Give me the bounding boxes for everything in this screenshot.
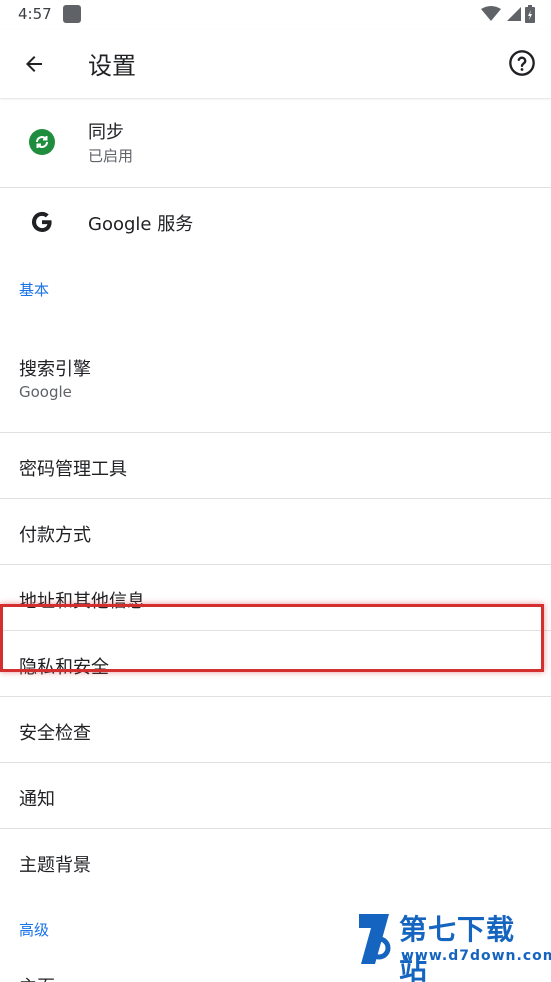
google-services-title: Google 服务: [88, 214, 194, 235]
watermark-title: 第七下载站: [399, 913, 516, 982]
google-g-icon: [28, 208, 56, 236]
payments-title: 付款方式: [19, 525, 91, 546]
section-basic-label: 基本: [19, 281, 50, 299]
sync-icon: [28, 128, 56, 156]
status-icons: [481, 5, 535, 23]
battery-charging-icon: [525, 5, 535, 23]
page-title: 设置: [88, 52, 136, 80]
section-header-basic: 基本: [0, 255, 551, 311]
payments-item[interactable]: 付款方式: [0, 499, 551, 565]
theme-title: 主题背景: [19, 855, 91, 876]
back-button[interactable]: [14, 44, 54, 84]
safety-check-item[interactable]: 安全检查: [0, 697, 551, 763]
sync-title: 同步: [88, 122, 124, 143]
theme-item[interactable]: 主题背景: [0, 829, 551, 895]
arrow-back-icon: [26, 56, 42, 72]
sync-subtitle: 已启用: [88, 147, 134, 165]
app-bar: 设置: [0, 30, 551, 98]
notifications-title: 通知: [19, 789, 55, 810]
watermark: 第七下载站 www.d7down.com: [355, 908, 551, 982]
watermark-url: www.d7down.com: [401, 948, 551, 964]
help-button[interactable]: [507, 48, 537, 78]
sync-item[interactable]: 同步 已启用: [0, 98, 551, 188]
status-bar: 4:57: [0, 0, 551, 30]
search-engine-title: 搜索引擎: [19, 359, 91, 380]
notification-icon: [63, 5, 81, 23]
search-engine-subtitle: Google: [19, 383, 72, 401]
safety-check-title: 安全检查: [19, 723, 91, 744]
search-engine-item[interactable]: 搜索引擎 Google: [0, 311, 551, 433]
privacy-item[interactable]: 隐私和安全: [0, 631, 551, 697]
help-circle-icon: [509, 50, 535, 76]
addresses-title: 地址和其他信息: [19, 591, 145, 612]
homepage-title: 主页: [19, 973, 55, 982]
passwords-item[interactable]: 密码管理工具: [0, 433, 551, 499]
addresses-item[interactable]: 地址和其他信息: [0, 565, 551, 631]
signal-icon: [507, 7, 521, 21]
section-advanced-label: 高级: [19, 921, 50, 939]
watermark-logo-icon: [359, 914, 391, 964]
passwords-title: 密码管理工具: [19, 459, 127, 480]
settings-list: 同步 已启用 Google 服务 基本 搜索引擎 Google 密码管理工具 付…: [0, 98, 551, 982]
notifications-item[interactable]: 通知: [0, 763, 551, 829]
google-services-item[interactable]: Google 服务: [0, 188, 551, 255]
privacy-title: 隐私和安全: [19, 657, 109, 678]
wifi-icon: [481, 6, 501, 21]
status-time: 4:57: [18, 5, 52, 23]
